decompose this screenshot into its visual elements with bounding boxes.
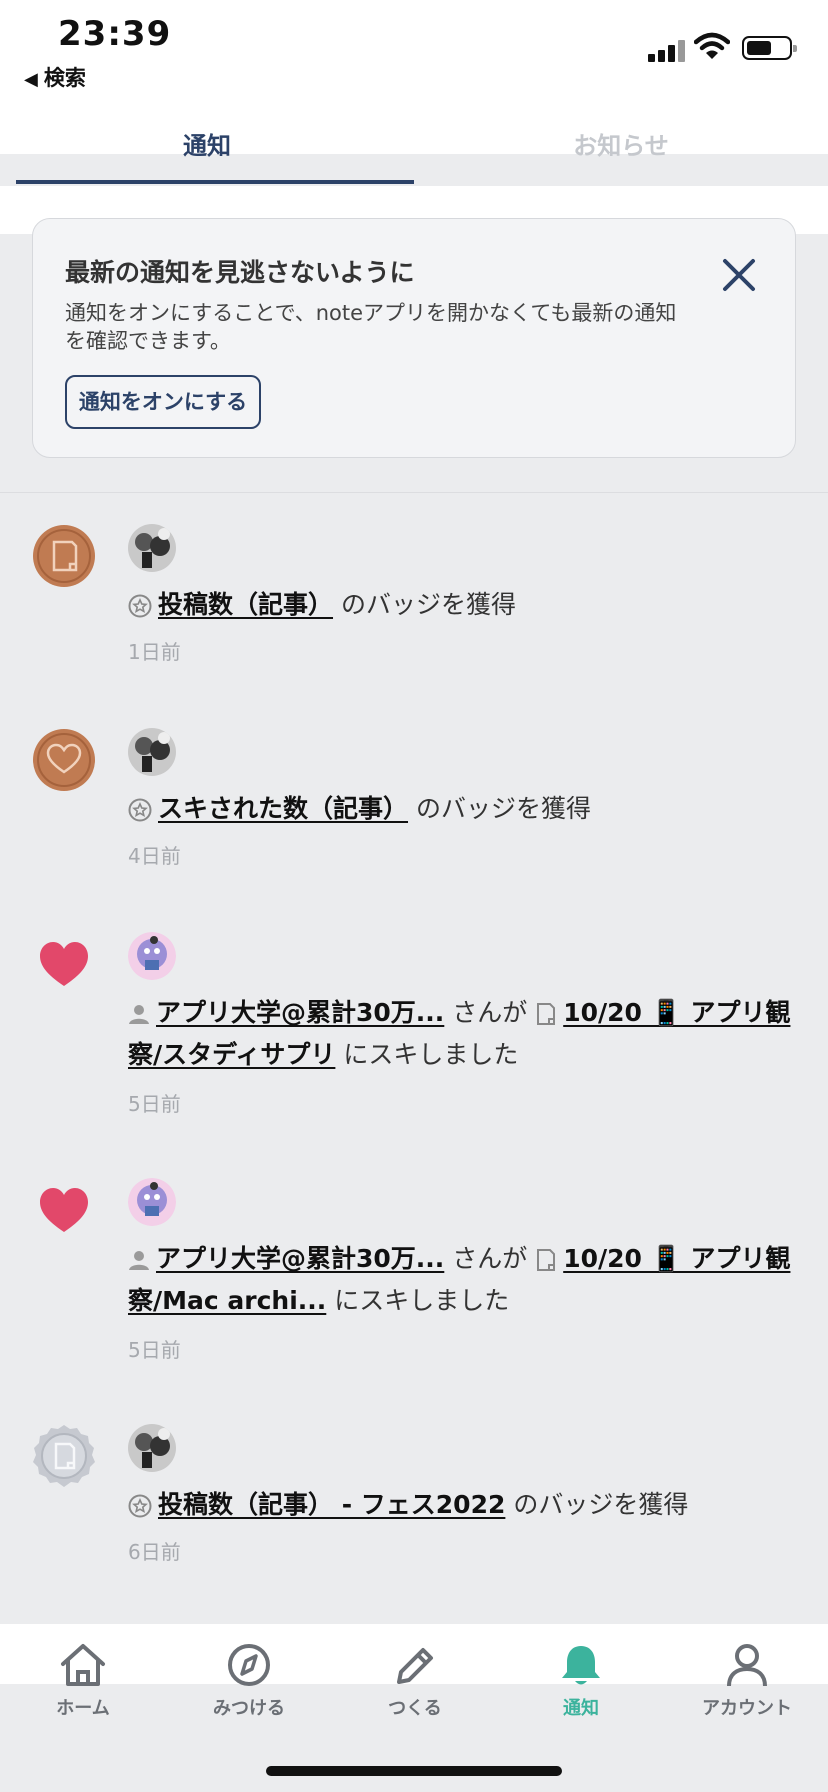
wifi-icon <box>694 32 730 59</box>
like-badge-bronze-icon <box>33 729 95 791</box>
person-icon <box>727 1644 767 1687</box>
heart-icon <box>40 1188 88 1232</box>
notification-time: 4日前 <box>128 844 181 868</box>
tab-bar: 通知 お知らせ <box>0 100 828 187</box>
avatar <box>128 932 176 980</box>
nav-label: つくる <box>388 1698 442 1719</box>
avatar <box>128 1424 176 1472</box>
notification-time: 1日前 <box>128 640 181 664</box>
notification-permission-banner: 最新の通知を見逃さないように 通知をオンにすることで、noteアプリを開かなくて… <box>32 218 796 458</box>
nav-label: 通知 <box>563 1698 599 1719</box>
notification-text: アプリ大学@累計30万... さんが 10/20 📱 アプリ観察/スタディサプリ… <box>128 998 791 1069</box>
enable-notifications-button[interactable]: 通知をオンにする <box>65 375 261 429</box>
nav-label: みつける <box>213 1698 285 1719</box>
bell-icon <box>562 1646 600 1685</box>
avatar <box>128 1178 176 1226</box>
nav-label: ホーム <box>56 1698 110 1719</box>
status-bar: 23:39 ◀ 検索 <box>0 0 828 100</box>
badge-link[interactable]: 投稿数（記事） - フェス2022 <box>158 1490 505 1519</box>
notification-text: 投稿数（記事） のバッジを獲得 <box>128 584 808 626</box>
badge-star-icon <box>128 1494 152 1518</box>
notification-time: 5日前 <box>128 1092 181 1116</box>
heart-icon <box>40 942 88 986</box>
badge-link[interactable]: 投稿数（記事） <box>158 590 333 619</box>
active-tab-indicator <box>16 180 414 184</box>
nav-account[interactable]: アカウント <box>664 1642 828 1720</box>
user-link[interactable]: アプリ大学@累計30万... <box>156 1244 444 1273</box>
notification-text: 投稿数（記事） - フェス2022 のバッジを獲得 <box>128 1484 808 1526</box>
notification-text: スキされた数（記事） のバッジを獲得 <box>128 788 808 830</box>
article-icon <box>537 1003 556 1025</box>
avatar <box>128 524 176 572</box>
nav-label: アカウント <box>702 1698 792 1719</box>
user-link[interactable]: アプリ大学@累計30万... <box>156 998 444 1027</box>
notification-text: アプリ大学@累計30万... さんが 10/20 📱 アプリ観察/Mac arc… <box>128 1244 791 1315</box>
user-icon <box>129 1251 149 1270</box>
compass-icon <box>228 1644 270 1686</box>
tab-announcements[interactable]: お知らせ <box>414 126 828 161</box>
avatar <box>128 728 176 776</box>
user-icon <box>129 1005 149 1024</box>
pencil-icon <box>397 1648 433 1684</box>
tab-notifications[interactable]: 通知 <box>0 126 414 161</box>
nav-notifications[interactable]: 通知 <box>498 1642 664 1720</box>
notification-time: 6日前 <box>128 1540 181 1564</box>
post-badge-bronze-icon <box>33 525 95 587</box>
banner-title: 最新の通知を見逃さないように <box>65 258 415 287</box>
notification-time: 5日前 <box>128 1338 181 1362</box>
home-indicator <box>266 1766 562 1776</box>
back-to-search-link[interactable]: ◀ 検索 <box>24 62 86 92</box>
banner-description: 通知をオンにすることで、noteアプリを開かなくても最新の通知を確認できます。 <box>65 301 677 353</box>
nav-discover[interactable]: みつける <box>166 1642 332 1720</box>
nav-create[interactable]: つくる <box>332 1642 498 1720</box>
home-icon <box>61 1644 105 1686</box>
nav-home[interactable]: ホーム <box>0 1642 166 1720</box>
badge-star-icon <box>128 798 152 822</box>
battery-icon <box>742 36 797 60</box>
close-icon[interactable] <box>721 257 757 293</box>
cellular-signal-icon <box>648 38 688 62</box>
badge-star-icon <box>128 594 152 618</box>
badge-link[interactable]: スキされた数（記事） <box>158 794 408 823</box>
post-badge-silver-icon <box>33 1425 95 1487</box>
back-label: 検索 <box>43 66 86 90</box>
status-time: 23:39 <box>58 14 172 54</box>
article-icon <box>537 1249 556 1271</box>
back-triangle-icon: ◀ <box>24 69 38 90</box>
